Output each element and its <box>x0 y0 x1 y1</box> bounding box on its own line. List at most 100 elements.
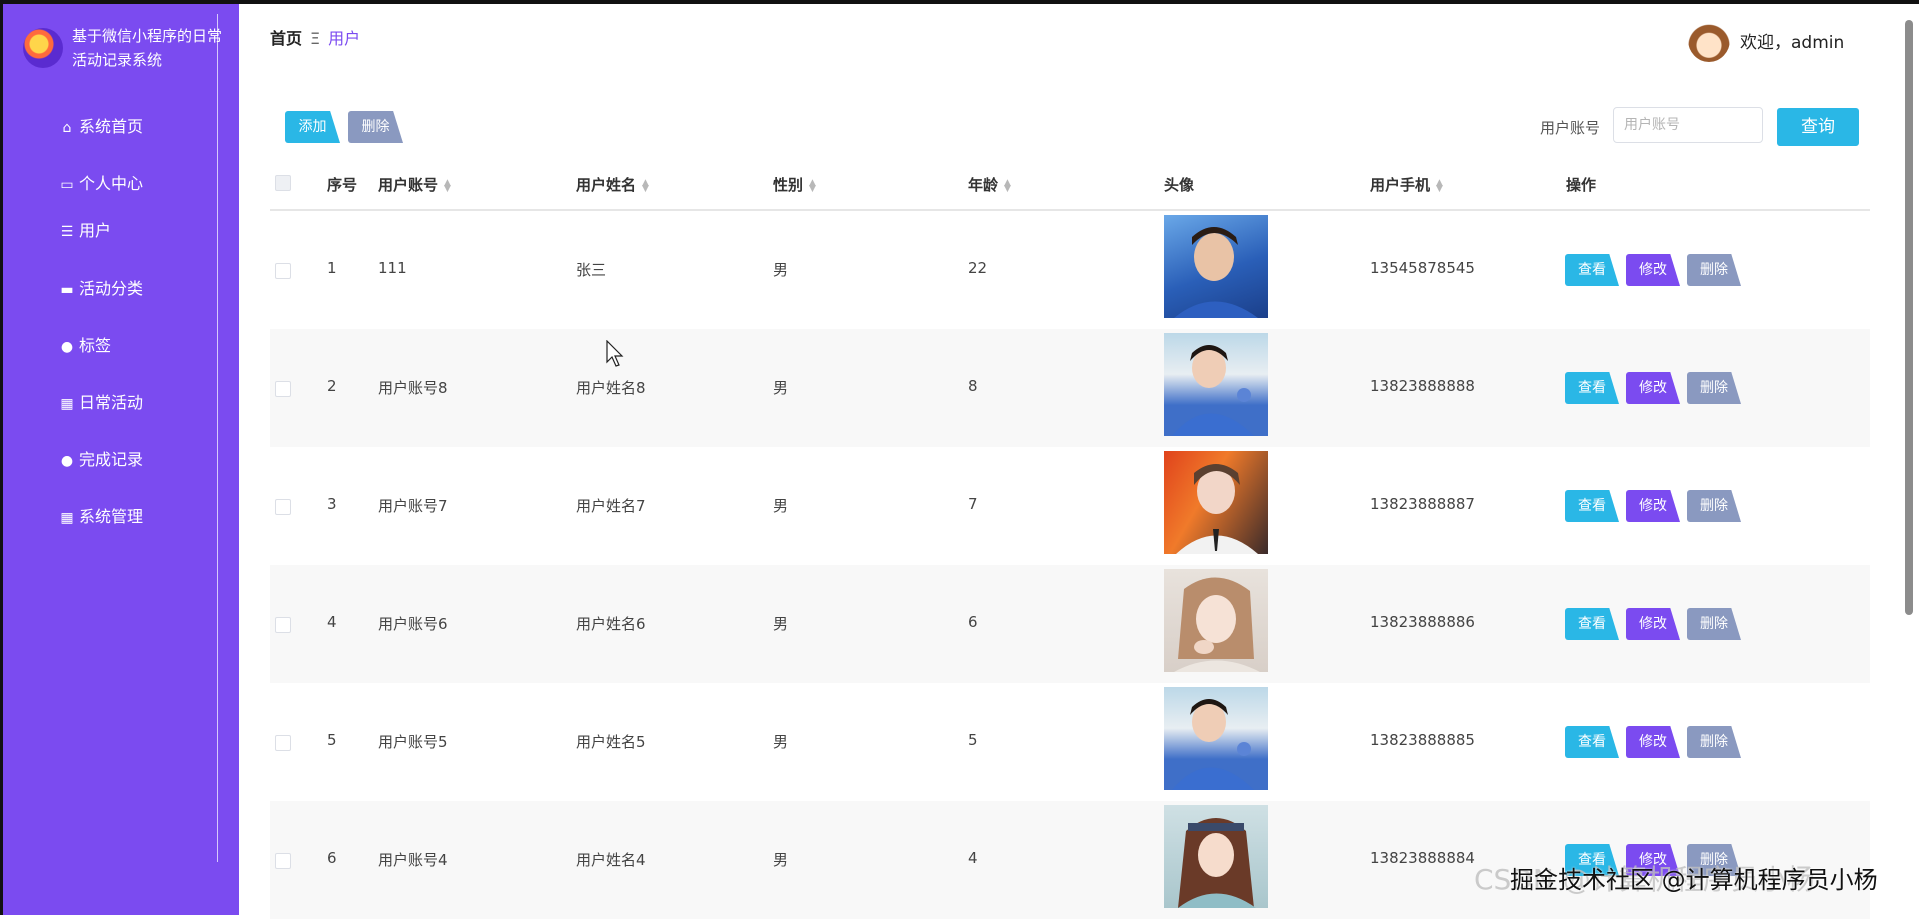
view-button[interactable]: 查看 <box>1565 372 1619 404</box>
sidebar-item-tags[interactable]: ● 标签 <box>59 334 111 358</box>
cell-account: 用户账号7 <box>378 497 448 515</box>
header-account[interactable]: 用户账号 ▲ ▼ <box>378 174 451 195</box>
table-row: 2 用户账号8 用户姓名8 男 8 13823888888 查看 修改 删除 <box>270 329 1870 447</box>
header-name-label: 用户姓名 <box>576 176 637 194</box>
sidebar-item-home[interactable]: ⌂ 系统首页 <box>59 115 143 139</box>
home-icon: ⌂ <box>62 120 72 136</box>
edit-button[interactable]: 修改 <box>1626 726 1680 758</box>
delete-button[interactable]: 删除 <box>1687 726 1741 758</box>
scrollbar-thumb[interactable] <box>1905 20 1913 615</box>
cell-gender: 男 <box>773 733 789 751</box>
sort-icon[interactable]: ▲ ▼ <box>1436 178 1443 193</box>
sidebar: 基于微信小程序的日常活动记录系统 ⌂ 系统首页 ▭ 个人中心 ☰ 用户 ▬ 活动分类 ●… <box>3 4 239 915</box>
view-button[interactable]: 查看 <box>1565 608 1619 640</box>
cell-index: 3 <box>327 495 337 513</box>
view-button[interactable]: 查看 <box>1565 254 1619 286</box>
cell-phone: 13545878545 <box>1370 259 1475 277</box>
sidebar-item-label: 用户 <box>79 221 112 240</box>
cell-account: 用户账号8 <box>378 379 448 397</box>
list-icon: ☰ <box>60 224 74 240</box>
header-phone[interactable]: 用户手机 ▲ ▼ <box>1370 174 1443 195</box>
table-row: 5 用户账号5 用户姓名5 男 5 13823888885 查看 修改 删除 <box>270 683 1870 801</box>
watermark-juejin: 掘金技术社区 @计算机程序员小杨 <box>1510 866 1878 894</box>
sort-icon[interactable]: ▲ ▼ <box>444 178 451 193</box>
sidebar-item-label: 标签 <box>79 336 112 355</box>
cell-index: 6 <box>327 849 337 867</box>
cell-index: 1 <box>327 259 337 277</box>
sort-icon[interactable]: ▲ ▼ <box>1004 178 1011 193</box>
avatar-image <box>1164 687 1268 790</box>
row-checkbox[interactable] <box>275 499 291 515</box>
cell-account: 用户账号5 <box>378 733 448 751</box>
sort-icon[interactable]: ▲ ▼ <box>809 178 816 193</box>
edit-button[interactable]: 修改 <box>1626 372 1680 404</box>
row-checkbox[interactable] <box>275 735 291 751</box>
avatar-image <box>1164 569 1268 672</box>
delete-button[interactable]: 删除 <box>1687 490 1741 522</box>
search-input[interactable] <box>1613 107 1763 143</box>
table-row: 1 111 张三 男 22 13545878545 查看 修改 删除 <box>270 211 1870 329</box>
cell-phone: 13823888888 <box>1370 377 1475 395</box>
row-checkbox[interactable] <box>275 381 291 397</box>
header-gender[interactable]: 性别 ▲ ▼ <box>773 174 816 195</box>
header-account-label: 用户账号 <box>378 176 439 194</box>
cell-index: 4 <box>327 613 337 631</box>
edit-button[interactable]: 修改 <box>1626 254 1680 286</box>
edit-button[interactable]: 修改 <box>1626 608 1680 640</box>
view-button[interactable]: 查看 <box>1565 490 1619 522</box>
row-checkbox[interactable] <box>275 263 291 279</box>
delete-button[interactable]: 删除 <box>1687 372 1741 404</box>
table-header: 序号 用户账号 ▲ ▼ 用户姓名 ▲ ▼ 性别 ▲ ▼ 年龄 ▲ ▼ 头像 用户手机 ▲ ▼ 操作 <box>270 156 1870 211</box>
sort-icon[interactable]: ▲ ▼ <box>642 178 649 193</box>
batch-delete-button[interactable]: 删除 <box>348 111 403 143</box>
header-age[interactable]: 年龄 ▲ ▼ <box>968 174 1011 195</box>
breadcrumb: 首页 Ξ 用户 <box>270 27 360 51</box>
avatar-image <box>1164 215 1268 318</box>
cell-name: 用户姓名5 <box>576 733 646 751</box>
cell-age: 5 <box>968 731 978 749</box>
row-checkbox[interactable] <box>275 853 291 869</box>
breadcrumb-current: 用户 <box>328 29 361 48</box>
sidebar-item-label: 系统管理 <box>79 507 144 526</box>
sidebar-item-label: 日常活动 <box>79 393 144 412</box>
sidebar-item-daily-activity[interactable]: ▦ 日常活动 <box>59 391 143 415</box>
header-name[interactable]: 用户姓名 ▲ ▼ <box>576 174 649 195</box>
welcome-text: 欢迎，admin <box>1740 33 1845 53</box>
user-icon: ● <box>60 453 74 469</box>
cell-age: 6 <box>968 613 978 631</box>
cell-age: 8 <box>968 377 978 395</box>
table-row: 4 用户账号6 用户姓名6 男 6 13823888886 查看 修改 删除 <box>270 565 1870 683</box>
header-avatar: 头像 <box>1164 176 1195 194</box>
cell-age: 7 <box>968 495 978 513</box>
breadcrumb-home[interactable]: 首页 <box>270 29 302 48</box>
sidebar-item-activity-category[interactable]: ▬ 活动分类 <box>59 277 143 301</box>
cell-name: 用户姓名6 <box>576 615 646 633</box>
select-all-checkbox[interactable] <box>275 175 291 191</box>
sidebar-item-system-management[interactable]: ▦ 系统管理 <box>59 505 143 529</box>
cell-gender: 男 <box>773 615 789 633</box>
delete-button[interactable]: 删除 <box>1687 608 1741 640</box>
app-title: 基于微信小程序的日常活动记录系统 <box>72 27 223 69</box>
search-button[interactable]: 查询 <box>1777 108 1859 146</box>
cell-index: 2 <box>327 377 337 395</box>
sidebar-item-profile[interactable]: ▭ 个人中心 <box>59 172 143 196</box>
delete-button[interactable]: 删除 <box>1687 254 1741 286</box>
edit-button[interactable]: 修改 <box>1626 490 1680 522</box>
view-button[interactable]: 查看 <box>1565 726 1619 758</box>
cell-account: 用户账号4 <box>378 851 448 869</box>
cell-name: 用户姓名7 <box>576 497 646 515</box>
avatar-image <box>1164 333 1268 436</box>
cell-account: 111 <box>378 259 407 277</box>
grid-icon: ▦ <box>60 510 74 526</box>
cell-name: 张三 <box>576 261 607 279</box>
sidebar-item-completion-records[interactable]: ● 完成记录 <box>59 448 143 472</box>
row-checkbox[interactable] <box>275 617 291 633</box>
cell-phone: 13823888886 <box>1370 613 1475 631</box>
cell-phone: 13823888884 <box>1370 849 1475 867</box>
sidebar-item-users[interactable]: ☰ 用户 <box>59 219 111 243</box>
avatar-image <box>1164 805 1268 908</box>
cell-name: 用户姓名8 <box>576 379 646 397</box>
add-button[interactable]: 添加 <box>285 111 340 143</box>
grid-icon: ▦ <box>60 396 74 412</box>
avatar-image <box>1164 451 1268 554</box>
